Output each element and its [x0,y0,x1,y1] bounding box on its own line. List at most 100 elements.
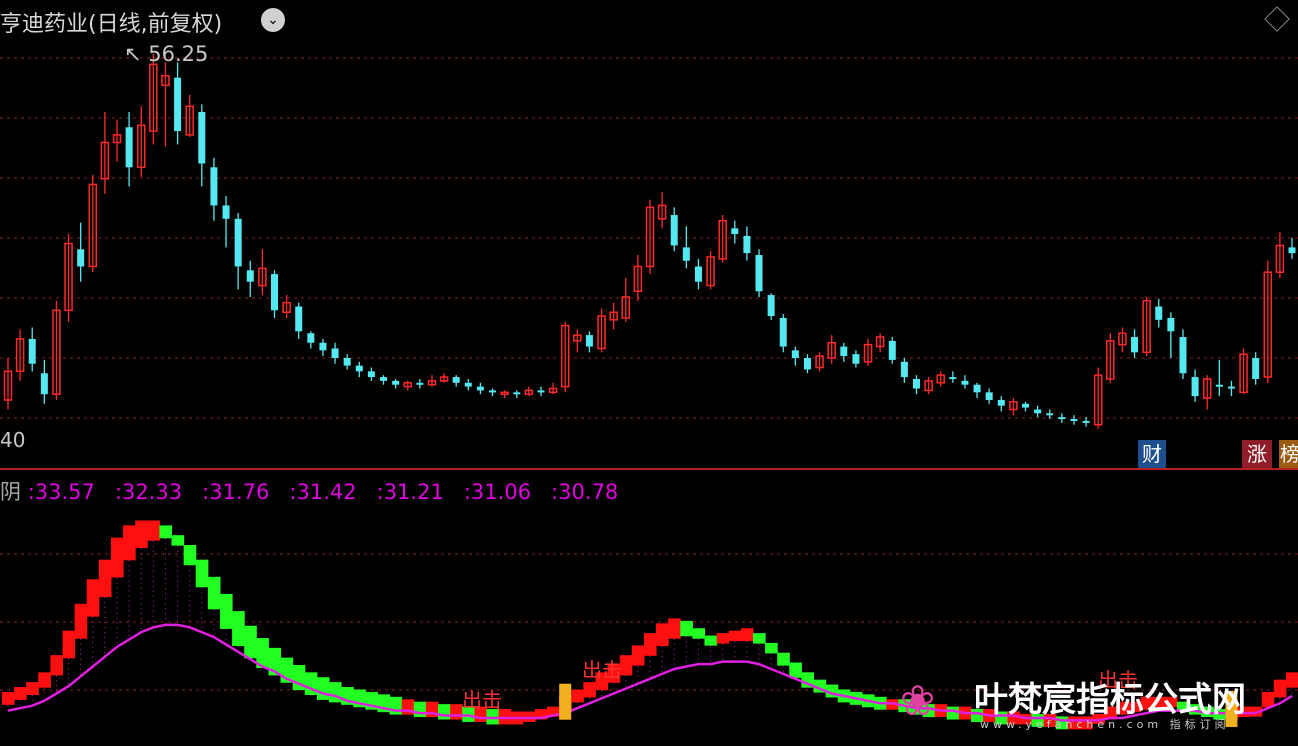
candle-body [198,112,206,164]
candle-body [28,338,36,364]
ribbon-block [316,677,330,700]
chart-title: 亨迪药业(日线,前复权) [0,12,223,37]
ribbon-block [159,525,173,539]
ribbon-block [14,687,27,700]
candle-body [670,214,678,246]
candle-body [210,167,218,206]
ribbon-block [98,559,112,598]
watermark-url: www.yefanchen.com 指标订阅 [980,718,1230,731]
candle-body [392,380,400,385]
candle-body [743,235,751,254]
indicator-value-5: :31.21 [376,480,444,504]
candle-body [222,205,230,219]
candle-body [380,377,388,381]
candle-body [888,340,896,360]
candle-body [1179,337,1187,374]
candle-body [331,348,339,358]
grid [0,57,1298,691]
ribbon-block [329,682,342,703]
badge-rise[interactable]: 涨 [1242,440,1272,468]
indicator-value-2: :32.33 [114,480,183,504]
ribbon-block [728,630,742,642]
ribbon-block [704,635,718,646]
indicator-value-1: :33.57 [27,480,95,504]
ribbon-block [110,537,124,578]
candle-body [997,399,1005,406]
candle-body [174,77,182,132]
indicator-value-6: :31.06 [463,480,532,504]
candle-body [694,266,702,282]
candle-body [973,384,981,393]
ribbon-block [86,579,100,617]
badge-rank[interactable]: 榜 [1279,440,1298,468]
candle-body [1167,317,1175,332]
candle-body [1155,306,1163,320]
candle-body [1288,247,1296,254]
ribbon-block [692,628,706,639]
indicator-value-3: :31.76 [202,480,270,504]
candle-body [1046,413,1054,416]
ribbon-block [752,633,766,644]
candle-body [949,377,957,380]
ribbon-block [219,593,233,629]
ribbon-block [668,618,681,639]
candle-body [731,228,739,235]
candle-body [755,255,763,292]
indicator-value-7: :30.78 [551,480,619,504]
ribbon-block [413,701,427,718]
candle-body [1070,419,1078,422]
candle-body [900,361,908,378]
ribbon-block [74,603,88,639]
ribbon-block [789,662,802,678]
ribbon-block [50,655,64,676]
candles [3,53,1296,429]
candle-body [1022,403,1030,408]
chevron-down-icon[interactable]: ⌄ [261,8,285,32]
candle-body [367,371,375,378]
indicator-lead: 阴 [0,480,21,504]
candle-body [246,270,254,282]
ribbon-block [389,696,403,715]
candle-body [355,365,363,372]
peak-price-label: ↖ 56.25 [124,42,209,66]
peak-value: 56.25 [148,42,209,66]
ribbon-block [656,623,669,647]
candle-body [585,335,593,347]
lotus-logo-icon: ❀ [900,676,936,725]
candle-body [985,392,993,400]
ribbon-block [765,642,778,654]
candle-body [912,378,920,389]
badge-finance[interactable]: 财 [1138,440,1166,468]
watermark-text: 叶梵宸指标公式网 [974,680,1246,720]
indicator-values-row: 阴 :33.57 :32.33 :31.76 :31.42 :31.21 :31… [0,476,618,506]
candle-body [513,392,521,395]
candle-body [537,390,545,393]
candle-body [1215,384,1223,387]
ribbon-block [62,630,76,659]
candle-body [1082,420,1090,423]
ribbon-block [522,711,536,722]
ribbon-block [438,704,451,720]
ribbon-block [571,689,584,703]
ribbon-block [135,520,148,549]
candle-body [1191,377,1199,397]
candle-body [416,382,424,385]
signal-label: 出击 [462,688,502,712]
candle-body [489,390,497,393]
ribbon-block [26,682,39,696]
candle-body [452,377,460,383]
candle-body [1034,409,1042,414]
ribbon-block [147,520,160,541]
ribbon-block [583,682,596,698]
candle-body [343,358,351,366]
candle-body [803,358,811,370]
ribbon-block [207,576,221,610]
ribbon-block [631,645,645,666]
axis-low-label: 40 [0,428,26,452]
signal-marker [559,683,572,720]
ribbon-block [171,535,185,546]
ribbon-block [716,633,730,644]
candle-body [791,350,799,358]
candle-body [852,354,860,364]
candle-body [319,342,327,351]
